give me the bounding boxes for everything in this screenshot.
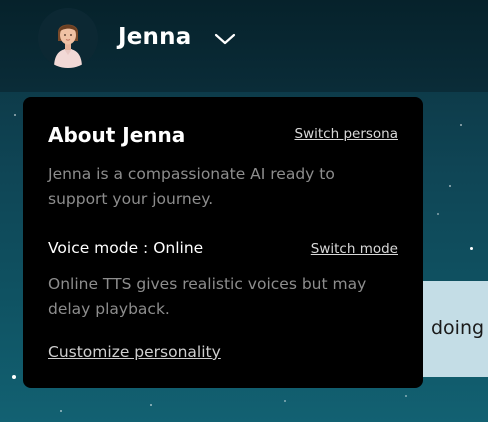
persona-info-popover: About Jenna Switch persona Jenna is a co…: [23, 97, 423, 388]
star-decoration: [437, 213, 439, 215]
chat-header: Jenna: [0, 0, 488, 92]
star-decoration: [60, 410, 62, 412]
star-decoration: [284, 400, 286, 402]
star-decoration: [449, 185, 451, 187]
voice-mode-description: Online TTS gives realistic voices but ma…: [48, 275, 367, 318]
persona-name[interactable]: Jenna: [118, 24, 191, 50]
persona-avatar[interactable]: [38, 8, 98, 68]
avatar-illustration-icon: [38, 8, 98, 68]
switch-persona-link[interactable]: Switch persona: [295, 126, 398, 142]
star-decoration: [12, 375, 16, 379]
star-decoration: [14, 114, 16, 116]
customize-personality-link[interactable]: Customize personality: [48, 343, 221, 361]
chevron-down-icon[interactable]: [213, 27, 237, 51]
star-decoration: [150, 404, 152, 406]
popover-title: About Jenna: [48, 123, 186, 147]
app-root: Jenna doing About Jenna Switch persona J…: [0, 0, 488, 422]
chat-message-text: doing: [431, 317, 485, 339]
switch-mode-link[interactable]: Switch mode: [311, 241, 398, 257]
persona-description: Jenna is a compassionate AI ready to sup…: [48, 165, 335, 208]
star-decoration: [405, 395, 407, 397]
star-decoration: [470, 247, 473, 250]
voice-mode-status: Voice mode : Online: [48, 239, 204, 257]
star-decoration: [460, 124, 462, 126]
